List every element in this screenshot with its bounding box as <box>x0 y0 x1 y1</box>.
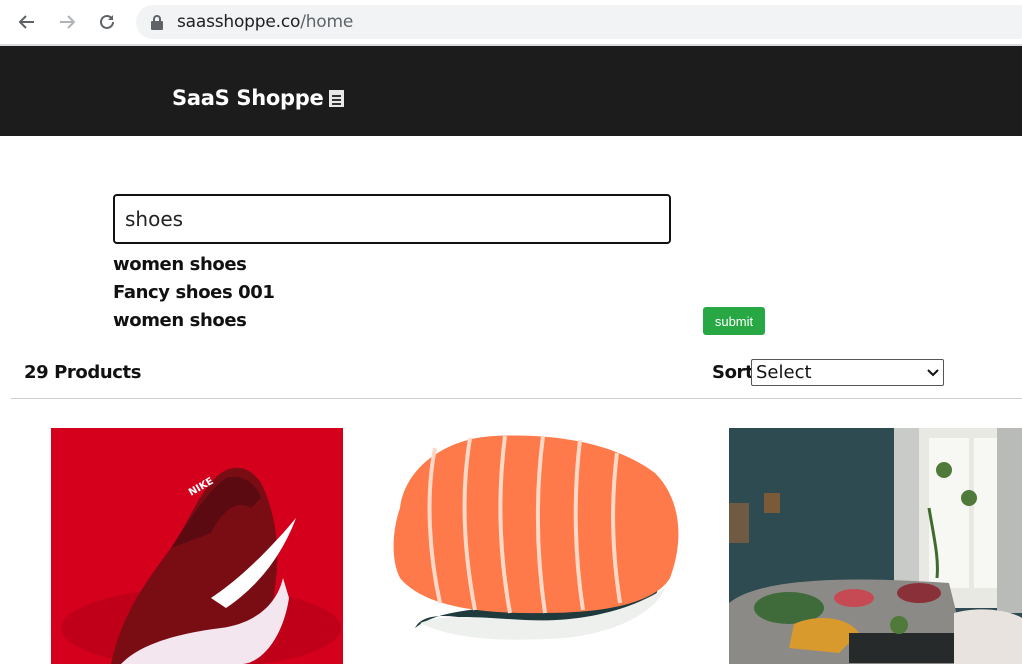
sort-select[interactable]: Select <box>751 359 944 386</box>
search-suggestions: women shoes Fancy shoes 001 women shoes <box>113 251 275 335</box>
url-text[interactable]: saasshoppe.co/home <box>177 12 353 32</box>
browser-toolbar: saasshoppe.co/home <box>0 0 1022 44</box>
divider <box>11 398 1022 399</box>
product-card-image[interactable] <box>729 428 1022 664</box>
chevron-down-icon <box>927 368 939 376</box>
salmon-sushi-image <box>385 428 685 664</box>
product-card-image[interactable] <box>385 428 685 664</box>
suggestion-item[interactable]: Fancy shoes 001 <box>113 279 275 307</box>
receipt-icon <box>329 90 345 107</box>
lock-icon <box>151 15 163 30</box>
product-card-image[interactable]: NIKE <box>51 428 343 664</box>
brand-logo[interactable]: SaaS Shoppe <box>172 86 345 110</box>
living-room-image <box>729 428 1022 664</box>
site-header: SaaS Shoppe <box>0 46 1022 136</box>
red-sneaker-image: NIKE <box>51 428 343 664</box>
url-path: /home <box>300 12 354 32</box>
arrow-right-icon <box>60 15 76 29</box>
arrow-left-icon <box>18 15 34 29</box>
suggestion-item[interactable]: women shoes <box>113 307 275 335</box>
reload-button[interactable] <box>93 8 121 36</box>
forward-button[interactable] <box>53 8 81 36</box>
submit-button[interactable]: submit <box>703 307 765 335</box>
back-button[interactable] <box>13 8 41 36</box>
sort-selected-value: Select <box>756 362 812 383</box>
sort-label: Sort <box>712 362 754 383</box>
product-count: 29 Products <box>24 362 142 383</box>
url-host: saasshoppe.co <box>177 12 301 32</box>
reload-icon <box>100 14 114 29</box>
suggestion-item[interactable]: women shoes <box>113 251 275 279</box>
brand-name: SaaS Shoppe <box>172 86 324 110</box>
search-input[interactable] <box>113 194 671 244</box>
